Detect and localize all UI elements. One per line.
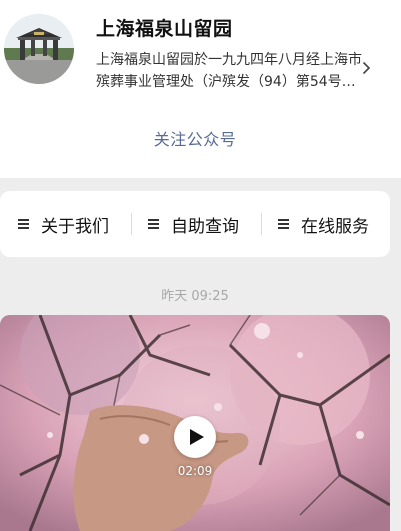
- menu-item-label: 在线服务: [301, 216, 369, 237]
- menu-item-online-service[interactable]: 在线服务: [278, 191, 369, 257]
- account-menu-bar: 关于我们 自助查询 在线服务: [0, 191, 390, 257]
- list-icon: [18, 219, 29, 229]
- list-icon: [278, 219, 289, 229]
- chevron-right-icon[interactable]: [362, 60, 371, 79]
- account-name: 上海福泉山留园: [96, 18, 233, 40]
- list-icon: [148, 219, 159, 229]
- menu-divider: [131, 213, 132, 235]
- menu-divider: [261, 213, 262, 235]
- menu-item-label: 自助查询: [171, 216, 239, 237]
- menu-item-label: 关于我们: [41, 216, 109, 237]
- play-icon: [189, 429, 204, 445]
- play-button[interactable]: [174, 416, 216, 458]
- menu-item-about-us[interactable]: 关于我们: [18, 191, 109, 257]
- video-duration: 02:09: [177, 464, 213, 478]
- account-description[interactable]: 上海福泉山留园於一九九四年八月经上海市殡葬事业管理处（沪殡发（94）第54号）批…: [96, 49, 366, 93]
- menu-item-self-service-query[interactable]: 自助查询: [148, 191, 239, 257]
- cemetery-gate-photo: [4, 14, 74, 84]
- follow-account-button[interactable]: 关注公众号: [0, 126, 390, 150]
- message-timestamp: 昨天 09:25: [161, 289, 229, 304]
- account-avatar[interactable]: [4, 14, 74, 84]
- account-profile-card: 上海福泉山留园 上海福泉山留园於一九九四年八月经上海市殡葬事业管理处（沪殡发（9…: [0, 0, 401, 178]
